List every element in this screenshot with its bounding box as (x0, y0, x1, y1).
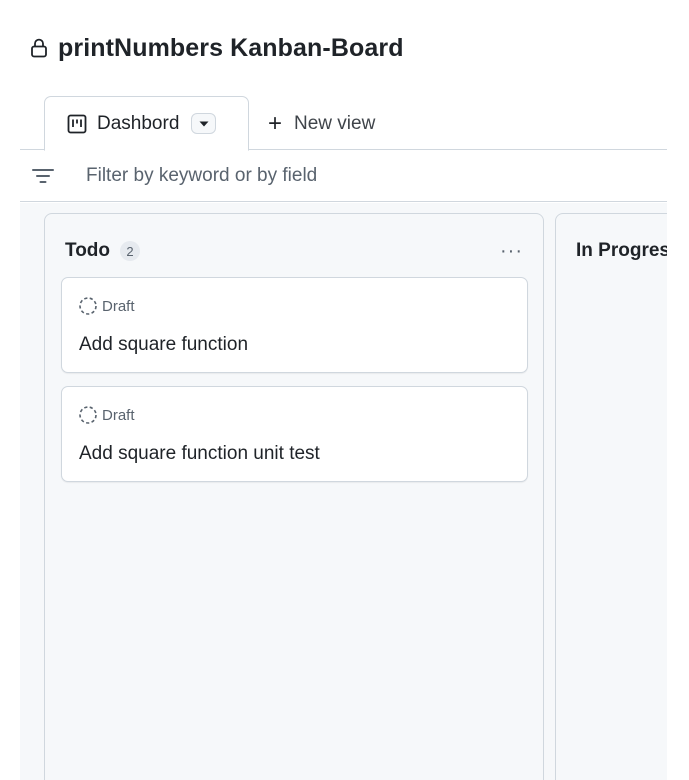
card-status: Draft (102, 406, 135, 424)
column-title: Todo (65, 240, 111, 261)
view-options-button[interactable] (191, 113, 217, 134)
triangle-down-icon (199, 121, 209, 126)
column-count-badge: 2 (120, 241, 141, 261)
project-header: printNumbers Kanban-Board (30, 31, 404, 65)
tab-dashboard[interactable]: Dashbord (44, 96, 249, 151)
viewport: printNumbers Kanban-Board Dashbord + New (0, 0, 667, 780)
filter-bar (20, 150, 667, 202)
lock-icon (30, 37, 50, 59)
column-header: In Progress (576, 238, 667, 264)
draft-issue-icon (78, 296, 98, 316)
card-meta: Draft (78, 296, 135, 316)
column-todo: Todo 2 ··· Draft Add square function Dra… (44, 213, 544, 780)
column-in-progress: In Progress (555, 213, 667, 780)
filter-icon[interactable] (32, 168, 54, 184)
new-view-label: New view (294, 112, 376, 134)
draft-issue-icon (78, 405, 98, 425)
board-card[interactable]: Draft Add square function (61, 277, 528, 373)
project-page: printNumbers Kanban-Board Dashbord + New (0, 0, 689, 780)
kebab-horizontal-icon[interactable]: ··· (500, 238, 523, 264)
card-title[interactable]: Add square function unit test (79, 443, 320, 465)
board-card[interactable]: Draft Add square function unit test (61, 386, 528, 482)
card-status: Draft (102, 297, 135, 315)
view-tabs: Dashbord + New view (20, 96, 667, 151)
card-meta: Draft (78, 405, 135, 425)
new-view-button[interactable]: + New view (268, 96, 375, 151)
plus-icon: + (268, 109, 283, 137)
card-title[interactable]: Add square function (79, 334, 248, 356)
filter-input[interactable] (86, 164, 606, 187)
column-header: Todo 2 (65, 238, 141, 264)
tab-label: Dashbord (97, 112, 180, 134)
column-title: In Progress (576, 240, 667, 261)
project-title: printNumbers Kanban-Board (58, 33, 404, 62)
project-board-icon (67, 114, 87, 134)
